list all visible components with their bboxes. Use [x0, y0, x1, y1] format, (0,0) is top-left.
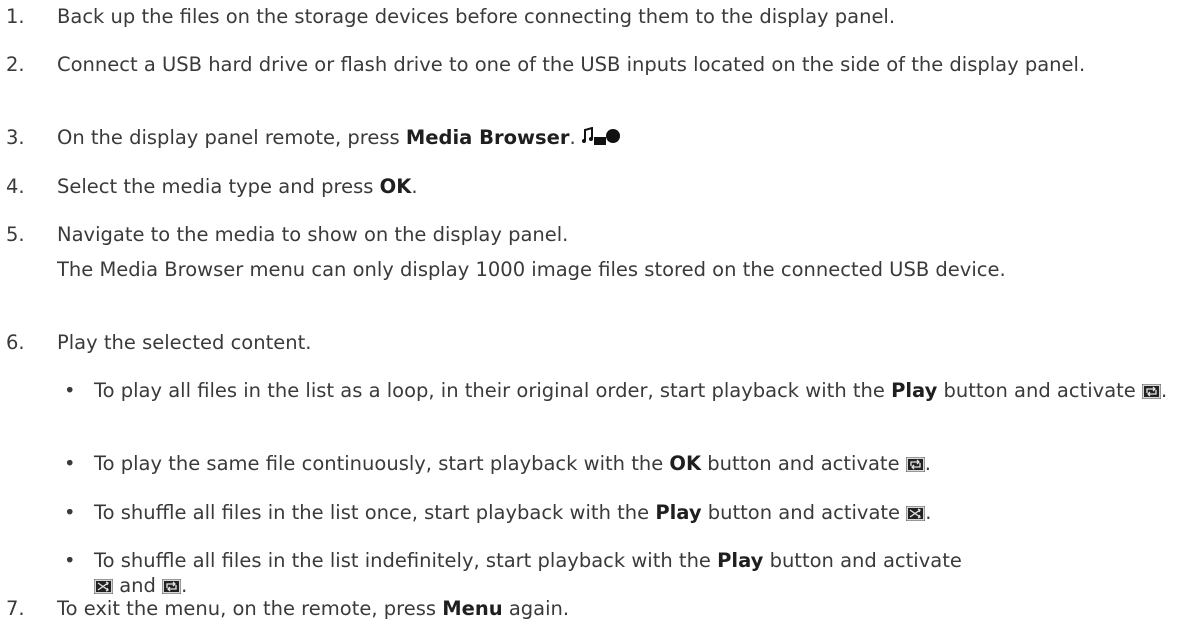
bullet-dot: • — [64, 452, 76, 475]
step-text-before: To exit the menu, on the remote, press — [57, 597, 443, 620]
step-text-before: On the display panel remote, press — [57, 126, 406, 149]
bullet-text: To play the same file continuously, star… — [94, 451, 1172, 476]
bullet-text-after: button and activate — [701, 452, 900, 475]
step-text: Connect a USB hard drive or flash drive … — [57, 53, 1086, 76]
step-2: 2. Connect a USB hard drive or flash dri… — [0, 52, 1180, 77]
repeat-icon — [161, 575, 182, 595]
step-text: Select the media type and press OK. — [57, 174, 1174, 199]
bullet-text: To shuffle all files in the list once, s… — [94, 500, 1172, 525]
bullet-text-before: To play all files in the list as a loop,… — [94, 379, 892, 402]
bullet-text-before: To shuffle all files in the list indefin… — [94, 549, 718, 572]
play-label: Play — [891, 379, 938, 402]
step-5-note: The Media Browser menu can only display … — [57, 258, 1006, 281]
bullet-text-after: button and activate — [937, 379, 1136, 402]
step-3: 3. On the display panel remote, press Me… — [0, 125, 1180, 153]
menu-label: Menu — [442, 597, 503, 620]
step-text-before: Select the media type and press — [57, 175, 380, 198]
step-text-after: . — [569, 126, 576, 149]
repeat-icon — [1141, 380, 1162, 400]
bullet-text-after: button and activate — [763, 549, 962, 572]
bullet-dot: • — [64, 549, 76, 572]
step-text: Back up the files on the storage devices… — [57, 5, 896, 28]
play-label: Play — [717, 549, 764, 572]
bullet-text-end: . — [1161, 379, 1168, 402]
bullet-dot: • — [64, 379, 76, 402]
media-browser-icon — [581, 126, 632, 153]
bullet-text-before: To shuffle all files in the list once, s… — [94, 501, 656, 524]
bullet-item: • To shuffle all files in the list once,… — [0, 500, 1180, 525]
bullet-text-after: button and activate — [701, 501, 901, 524]
step-7: 7. To exit the menu, on the remote, pres… — [0, 596, 1180, 621]
step-number: 7. — [6, 597, 25, 620]
step-4: 4. Select the media type and press OK. — [0, 174, 1180, 199]
step-number: 2. — [6, 53, 25, 76]
shuffle-icon — [905, 502, 926, 522]
step-number: 3. — [6, 126, 25, 149]
play-label: Play — [655, 501, 702, 524]
media-browser-label: Media Browser — [405, 126, 570, 149]
step-number: 1. — [6, 5, 25, 28]
ok-label: OK — [669, 452, 702, 475]
step-number: 6. — [6, 331, 25, 354]
step-6: 6. Play the selected content. — [0, 330, 1180, 355]
bullet-text-middle: and — [113, 574, 163, 597]
bullet-item: • To play the same file continuously, st… — [0, 451, 1180, 476]
bullet-text: To play all files in the list as a loop,… — [94, 378, 1172, 403]
step-text: Navigate to the media to show on the dis… — [57, 223, 569, 246]
step-number: 5. — [6, 223, 25, 246]
step-5: 5. Navigate to the media to show on the … — [0, 222, 1180, 247]
step-text-after: . — [411, 175, 418, 198]
bullet-text-end: . — [924, 452, 931, 475]
step-text-after: again. — [502, 597, 570, 620]
repeat-icon — [905, 453, 926, 473]
bullet-text: To shuffle all files in the list indefin… — [93, 548, 1172, 598]
step-text: To exit the menu, on the remote, press M… — [57, 596, 1174, 621]
bullet-item: • To play all files in the list as a loo… — [0, 378, 1180, 403]
shuffle-icon — [93, 575, 114, 595]
step-1: 1. Back up the files on the storage devi… — [0, 4, 1180, 29]
bullet-dot: • — [64, 501, 76, 524]
step-text: Play the selected content. — [57, 331, 312, 354]
ok-label: OK — [379, 175, 412, 198]
bullet-text-end: . — [181, 574, 188, 597]
bullet-text-before: To play the same file continuously, star… — [94, 452, 670, 475]
step-number: 4. — [6, 175, 25, 198]
bullet-item: • To shuffle all files in the list indef… — [0, 548, 1180, 598]
bullet-text-end: . — [925, 501, 932, 524]
step-text: On the display panel remote, press Media… — [57, 125, 1174, 153]
